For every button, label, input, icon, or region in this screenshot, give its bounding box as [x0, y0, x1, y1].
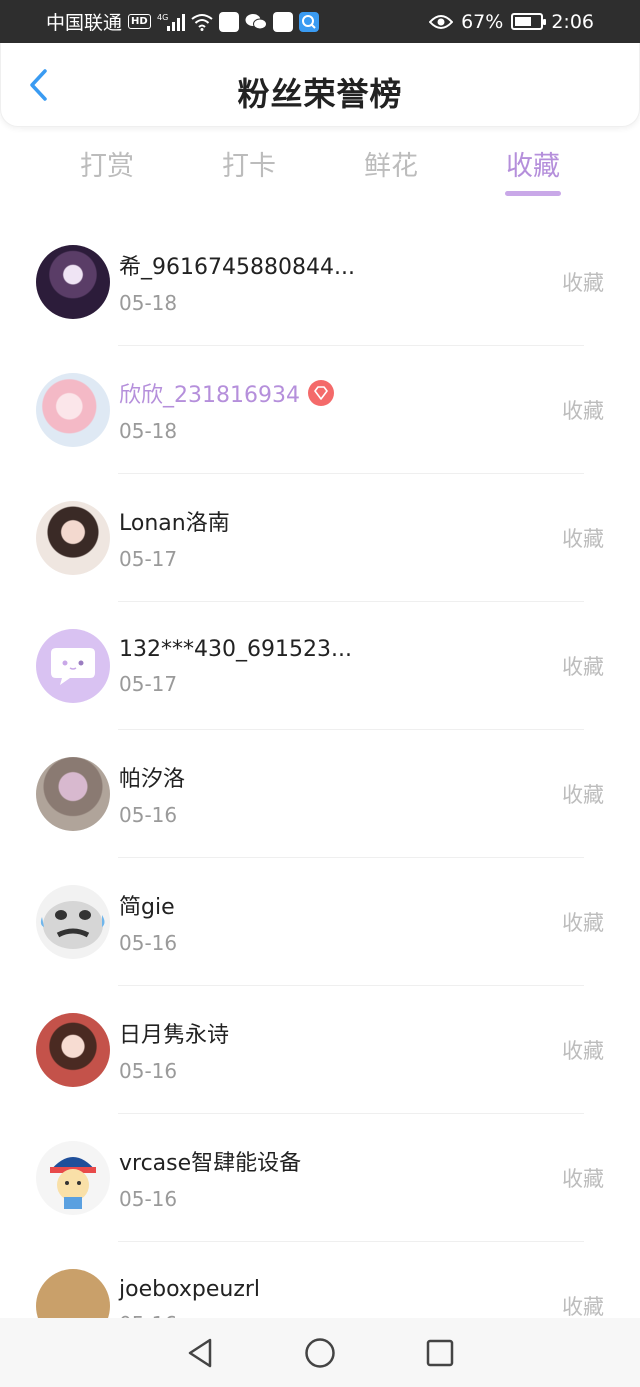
carrier-label: 中国联通 — [46, 12, 123, 34]
svg-text:4G: 4G — [157, 13, 168, 22]
fan-date: 05-16 — [119, 1187, 178, 1211]
fan-date: 05-17 — [119, 671, 178, 696]
avatar — [36, 629, 110, 703]
app-badge-icon — [272, 11, 293, 32]
list-item[interactable]: 简gie 05-16 收藏 — [0, 858, 640, 986]
tab-favorites[interactable]: 收藏 — [462, 140, 604, 202]
avatar — [36, 1013, 110, 1087]
fan-name: vrcase智肆能设备 — [119, 1151, 302, 1176]
eye-icon — [429, 14, 454, 30]
cartoon-face-icon — [50, 1157, 96, 1209]
fan-action-label: 收藏 — [562, 271, 604, 295]
fan-action-label: 收藏 — [562, 1039, 604, 1063]
fan-name: 简gie — [119, 895, 175, 920]
status-left: 中国联通 HD 4G — [46, 8, 319, 35]
home-circle-icon — [305, 1337, 335, 1368]
fan-action-label: 收藏 — [562, 783, 604, 807]
avatar — [36, 245, 110, 319]
recents-square-icon — [426, 1339, 454, 1366]
nav-home-button[interactable] — [300, 1333, 340, 1373]
chat-bubble-icon — [51, 648, 95, 685]
tab-reward[interactable]: 打赏 — [36, 140, 178, 202]
nav-back-button[interactable] — [180, 1333, 220, 1373]
status-right: 67% 2:06 — [429, 11, 594, 33]
tab-bar: 打赏 打卡 鲜花 收藏 — [36, 140, 604, 202]
hd-icon: HD — [128, 14, 151, 29]
battery-percent: 67% — [461, 10, 504, 33]
app-badge-icon — [218, 11, 239, 32]
meme-face-icon — [40, 901, 105, 949]
tab-label: 收藏 — [506, 151, 560, 182]
fan-name: joeboxpeuzrl — [119, 1276, 261, 1302]
header: 粉丝荣誉榜 — [0, 43, 640, 127]
avatar — [36, 501, 110, 575]
fan-date: 05-17 — [119, 547, 178, 571]
tab-label: 打卡 — [222, 151, 276, 182]
fan-date: 05-18 — [119, 291, 178, 315]
back-triangle-icon — [188, 1338, 212, 1367]
fan-name: 132***430_691523... — [119, 636, 352, 662]
fan-name: Lonan洛南 — [119, 511, 230, 536]
tab-checkin[interactable]: 打卡 — [178, 140, 320, 202]
diamond-badge-icon — [307, 380, 334, 406]
nav-recents-button[interactable] — [420, 1333, 460, 1373]
list-item[interactable]: Lonan洛南 05-17 收藏 — [0, 474, 640, 602]
avatar — [36, 757, 110, 831]
fan-action-label: 收藏 — [562, 527, 604, 551]
fan-action-label: 收藏 — [562, 911, 604, 935]
fan-name: 欣欣_231816934 — [119, 383, 300, 408]
search-app-icon — [298, 11, 319, 32]
fan-date: 05-16 — [119, 931, 178, 955]
system-nav-bar — [0, 1318, 640, 1387]
avatar — [36, 885, 110, 959]
fan-list: 希_9616745880844... 05-18 收藏 欣欣_231816934… — [0, 218, 640, 1370]
list-item[interactable]: 帕汐洛 05-16 收藏 — [0, 730, 640, 858]
fan-name: 帕汐洛 — [119, 767, 186, 792]
tab-flowers[interactable]: 鲜花 — [320, 140, 462, 202]
list-item[interactable]: 欣欣_231816934 05-18 收藏 — [0, 346, 640, 474]
fan-name: 希_9616745880844... — [119, 255, 355, 280]
fan-action-label: 收藏 — [562, 655, 604, 679]
fan-name: 日月隽永诗 — [119, 1023, 230, 1048]
fan-action-label: 收藏 — [562, 1167, 604, 1191]
tab-label: 打赏 — [80, 151, 134, 182]
wechat-icon — [245, 13, 267, 31]
fan-date: 05-16 — [119, 1059, 178, 1083]
tab-active-indicator — [505, 191, 561, 196]
avatar — [36, 373, 110, 447]
fan-action-label: 收藏 — [562, 399, 604, 423]
fan-date: 05-18 — [119, 419, 178, 443]
list-item[interactable]: vrcase智肆能设备 05-16 收藏 — [0, 1114, 640, 1242]
battery-icon — [511, 13, 547, 30]
fan-date: 05-16 — [119, 803, 178, 827]
wifi-icon — [191, 13, 213, 31]
battery-fill — [515, 17, 532, 26]
page-title: 粉丝荣誉榜 — [237, 75, 403, 113]
tab-label: 鲜花 — [364, 151, 418, 182]
list-item[interactable]: 132***430_691523... 05-17 收藏 — [0, 602, 640, 730]
list-item[interactable]: 希_9616745880844... 05-18 收藏 — [0, 218, 640, 346]
fan-action-label: 收藏 — [562, 1295, 604, 1319]
list-item[interactable]: 日月隽永诗 05-16 收藏 — [0, 986, 640, 1114]
avatar — [36, 1141, 110, 1215]
signal-icon: 4G — [157, 12, 185, 32]
status-bar: 中国联通 HD 4G 67% 2:06 — [0, 0, 640, 43]
clock: 2:06 — [551, 10, 594, 33]
